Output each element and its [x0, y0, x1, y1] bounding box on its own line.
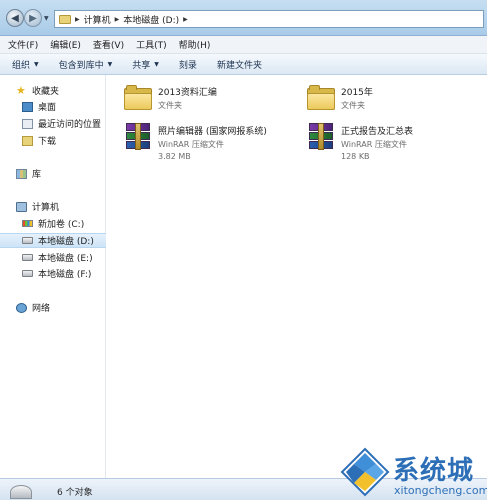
menu-tools[interactable]: 工具(T): [136, 38, 167, 51]
file-item[interactable]: 2013资料汇编 文件夹: [124, 83, 304, 123]
nav-drive-c[interactable]: 新加卷 (C:): [0, 216, 106, 231]
nav-favorites-label: 收藏夹: [32, 87, 60, 97]
chevron-right-icon[interactable]: ▶: [115, 16, 120, 23]
file-name: 2015年: [341, 88, 373, 98]
watermark-url: xitongcheng.com: [394, 484, 487, 497]
share-label: 共享: [132, 60, 151, 71]
menu-file[interactable]: 文件(F): [8, 38, 38, 51]
share-button[interactable]: 共享 ▼: [132, 58, 159, 71]
folder-icon: [124, 85, 152, 111]
new-folder-button[interactable]: 新建文件夹: [217, 58, 262, 71]
location-folder-icon: [59, 14, 71, 24]
command-bar: 组织 ▼ 包含到库中 ▼ 共享 ▼ 刻录 新建文件夹: [0, 54, 487, 75]
winrar-archive-icon: [124, 123, 152, 151]
include-in-library-label: 包含到库中: [58, 60, 104, 71]
address-field[interactable]: ▶ 计算机 ▶ 本地磁盘 (D:) ▶: [54, 10, 484, 28]
chevron-down-icon: ▼: [154, 60, 159, 68]
nav-drive-label: 本地磁盘 (D:): [38, 237, 94, 247]
forward-arrow-icon: ▶: [29, 12, 37, 24]
file-size: 128 KB: [341, 152, 370, 161]
nav-drive-label: 新加卷 (C:): [38, 220, 85, 230]
back-arrow-icon: ◀: [11, 12, 19, 24]
navigation-pane: ★ 收藏夹 桌面 最近访问的位置 下载 库 计算机 新加卷 (C:) 本地磁盘 …: [0, 75, 106, 478]
downloads-icon: [22, 135, 33, 146]
item-count: 6 个对象: [57, 488, 93, 498]
nav-drive-label: 本地磁盘 (F:): [38, 270, 92, 280]
menu-help[interactable]: 帮助(H): [179, 38, 211, 51]
computer-icon: [16, 201, 27, 212]
nav-libraries[interactable]: 库: [0, 166, 106, 181]
network-icon: [16, 302, 27, 313]
file-item[interactable]: 正式报告及汇总表 WinRAR 压缩文件 128 KB: [307, 122, 487, 162]
recent-places-icon: [22, 118, 33, 129]
drive-icon: [22, 270, 33, 277]
nav-computer[interactable]: 计算机: [0, 199, 106, 214]
nav-computer-label: 计算机: [32, 203, 60, 213]
address-toolbar: ◀ ▶ ▼ ▶ 计算机 ▶ 本地磁盘 (D:) ▶: [0, 0, 487, 36]
nav-favorites[interactable]: ★ 收藏夹: [0, 83, 106, 98]
nav-drive-label: 本地磁盘 (E:): [38, 254, 93, 264]
menu-view[interactable]: 查看(V): [93, 38, 124, 51]
chevron-right-icon[interactable]: ▶: [183, 16, 188, 23]
organize-button[interactable]: 组织 ▼: [12, 58, 39, 71]
file-name: 正式报告及汇总表: [341, 127, 414, 137]
nav-item-recent-places[interactable]: 最近访问的位置: [0, 116, 106, 131]
file-name: 2013资料汇编: [158, 88, 217, 98]
file-item[interactable]: 2015年 文件夹: [307, 83, 487, 123]
nav-item-downloads[interactable]: 下载: [0, 133, 106, 148]
drive-icon: [22, 237, 33, 244]
nav-item-label: 下载: [38, 137, 57, 147]
file-type: WinRAR 压缩文件: [158, 140, 224, 149]
chevron-down-icon: ▼: [34, 60, 39, 68]
nav-libraries-label: 库: [32, 170, 42, 180]
menu-bar: 文件(F) 编辑(E) 查看(V) 工具(T) 帮助(H): [0, 36, 487, 54]
nav-network[interactable]: 网络: [0, 300, 106, 315]
file-type: WinRAR 压缩文件: [341, 140, 407, 149]
forward-button[interactable]: ▶: [24, 9, 42, 27]
organize-label: 组织: [12, 60, 31, 71]
nav-drive-e[interactable]: 本地磁盘 (E:): [0, 250, 106, 265]
watermark: 系统城 xitongcheng.com: [338, 447, 487, 500]
file-name: 照片编辑器 (国家网报系统): [158, 127, 267, 137]
winrar-archive-icon: [307, 123, 335, 151]
nav-drive-f[interactable]: 本地磁盘 (F:): [0, 266, 106, 281]
new-folder-label: 新建文件夹: [216, 60, 262, 71]
system-drive-icon: [22, 220, 33, 227]
drive-icon: [10, 485, 32, 499]
recent-pages-dropdown-icon[interactable]: ▼: [44, 15, 49, 22]
folder-icon: [307, 85, 335, 111]
desktop-icon: [22, 101, 33, 112]
burn-label: 刻录: [178, 60, 197, 71]
chevron-right-icon[interactable]: ▶: [75, 16, 80, 23]
nav-item-label: 桌面: [38, 103, 57, 113]
file-type: 文件夹: [341, 101, 365, 110]
chevron-down-icon: ▼: [107, 60, 113, 68]
menu-edit[interactable]: 编辑(E): [50, 38, 81, 51]
file-item[interactable]: 照片编辑器 (国家网报系统) WinRAR 压缩文件 3.82 MB: [124, 122, 304, 162]
burn-button[interactable]: 刻录: [179, 58, 197, 71]
star-icon: ★: [16, 83, 26, 97]
nav-drive-d[interactable]: 本地磁盘 (D:): [0, 233, 106, 248]
file-list: 2013资料汇编 文件夹 2015年 文件夹 照片编辑器 (国家网报系统) Wi…: [107, 75, 487, 478]
nav-item-desktop[interactable]: 桌面: [0, 99, 106, 114]
watermark-logo-icon: [340, 447, 390, 497]
back-button[interactable]: ◀: [6, 9, 24, 27]
file-type: 文件夹: [158, 101, 182, 110]
nav-network-label: 网络: [32, 304, 51, 314]
file-size: 3.82 MB: [158, 152, 191, 161]
library-icon: [16, 168, 27, 179]
watermark-text: 系统城: [393, 456, 475, 486]
breadcrumb-drive-d[interactable]: 本地磁盘 (D:): [123, 13, 179, 26]
breadcrumb-computer[interactable]: 计算机: [84, 13, 111, 26]
nav-item-label: 最近访问的位置: [38, 120, 102, 130]
include-in-library-button[interactable]: 包含到库中 ▼: [59, 58, 113, 71]
drive-icon: [22, 254, 33, 261]
